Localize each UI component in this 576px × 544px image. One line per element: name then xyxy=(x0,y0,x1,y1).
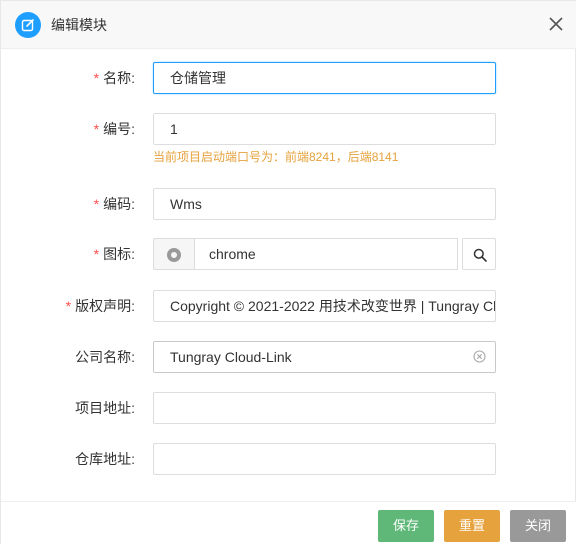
company-label: 公司名称: xyxy=(75,349,135,365)
port-hint: 当前项目启动端口号为：前端8241，后端8141 xyxy=(153,150,399,164)
number-input[interactable]: 1 xyxy=(153,113,496,145)
warehouse-url-label: 仓库地址: xyxy=(75,451,135,467)
edit-icon xyxy=(15,12,41,38)
icon-search-button[interactable] xyxy=(462,238,496,270)
code-input[interactable]: Wms xyxy=(153,188,496,220)
dialog-title: 编辑模块 xyxy=(51,17,107,33)
reset-button[interactable]: 重置 xyxy=(444,510,500,542)
name-row: * 名称: 仓储管理 xyxy=(1,62,576,94)
name-input[interactable]: 仓储管理 xyxy=(153,62,496,94)
number-row: * 编号: 1 当前项目启动端口号为：前端8241，后端8141 xyxy=(1,113,576,164)
icon-label: * 图标: xyxy=(93,246,135,262)
copyright-row: * 版权声明: Copyright © 2021-2022 用技术改变世界 | T… xyxy=(1,290,576,322)
chrome-icon xyxy=(167,248,181,262)
close-button[interactable]: 关闭 xyxy=(510,510,566,542)
required-mark: * xyxy=(93,70,100,86)
company-row: 公司名称: Tungray Cloud-Link xyxy=(1,341,576,373)
required-mark: * xyxy=(93,246,100,262)
edit-module-dialog: 编辑模块 * 名称: 仓储管理 * 编号: 1 当前项目启动端口号为：前端8241，… xyxy=(0,0,576,544)
close-icon[interactable] xyxy=(545,13,567,35)
required-mark: * xyxy=(65,298,72,314)
dialog-footer: 保存 重置 关闭 xyxy=(1,501,576,544)
dialog-header: 编辑模块 xyxy=(1,1,576,49)
code-row: * 编码: Wms xyxy=(1,188,576,220)
name-label: * 名称: xyxy=(93,70,135,86)
project-url-input[interactable] xyxy=(153,392,496,424)
copyright-input[interactable]: Copyright © 2021-2022 用技术改变世界 | Tungray … xyxy=(153,290,496,322)
search-icon xyxy=(473,248,487,262)
code-label: * 编码: xyxy=(93,196,135,212)
icon-preview xyxy=(153,238,194,270)
project-url-row: 项目地址: xyxy=(1,392,576,424)
warehouse-url-row: 仓库地址: xyxy=(1,443,576,475)
icon-row: * 图标: chrome xyxy=(1,238,576,270)
number-label: * 编号: xyxy=(93,121,135,137)
warehouse-url-input[interactable] xyxy=(153,443,496,475)
icon-input[interactable]: chrome xyxy=(194,238,458,270)
required-mark: * xyxy=(93,196,100,212)
project-url-label: 项目地址: xyxy=(75,400,135,416)
clear-icon[interactable] xyxy=(473,350,486,363)
save-button[interactable]: 保存 xyxy=(378,510,434,542)
required-mark: * xyxy=(93,121,100,137)
copyright-label: * 版权声明: xyxy=(65,298,135,314)
company-input[interactable]: Tungray Cloud-Link xyxy=(153,341,496,373)
